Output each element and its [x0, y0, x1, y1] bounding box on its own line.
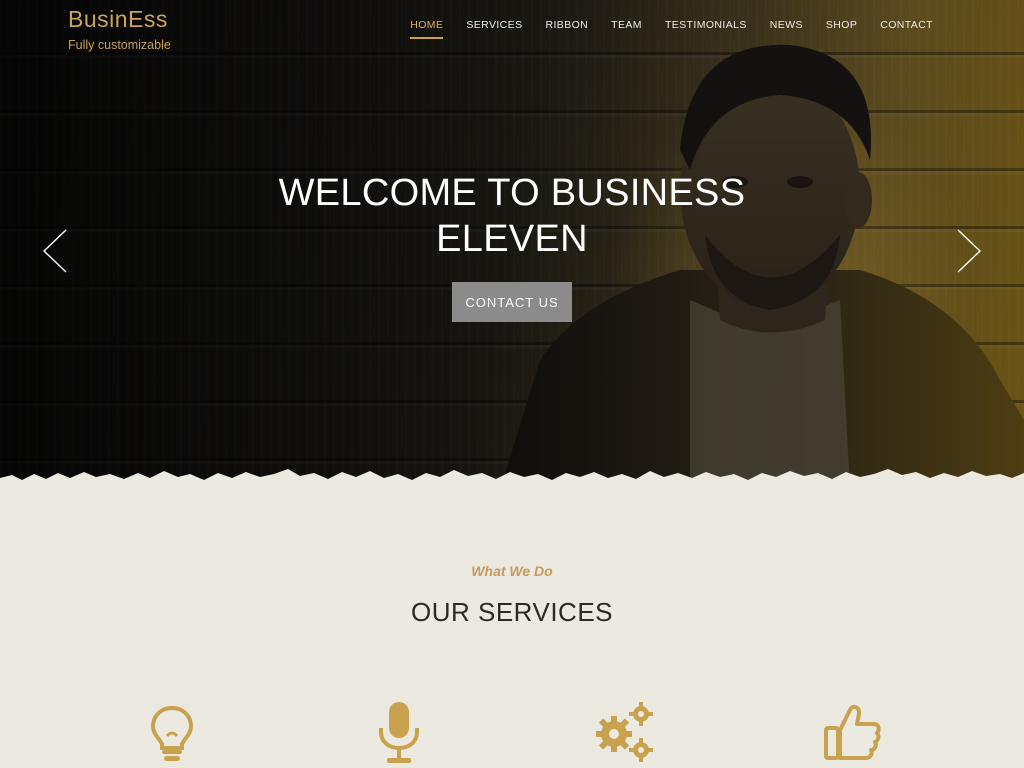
- section-kicker: What We Do: [471, 563, 553, 579]
- nav-home[interactable]: HOME: [410, 19, 444, 39]
- hero-title: WELCOME TO BUSINESS ELEVEN: [212, 170, 812, 262]
- microphone-icon: [379, 702, 419, 763]
- hero-title-line2: ELEVEN: [436, 218, 588, 260]
- chevron-right-icon[interactable]: [956, 228, 982, 274]
- nav-services[interactable]: SERVICES: [466, 19, 522, 39]
- main-nav: HOME SERVICES RIBBON TEAM TESTIMONIALS N…: [387, 19, 933, 39]
- contact-us-button[interactable]: CONTACT US: [452, 282, 572, 322]
- nav-contact[interactable]: CONTACT: [880, 19, 933, 39]
- nav-testimonials[interactable]: TESTIMONIALS: [665, 19, 747, 39]
- nav-ribbon[interactable]: RIBBON: [545, 19, 588, 39]
- gears-icon: [596, 702, 653, 762]
- hero-title-line1: WELCOME TO BUSINESS: [278, 172, 746, 214]
- site-logo[interactable]: BusinEss Fully customizable: [68, 6, 171, 52]
- hero-slider: BusinEss Fully customizable HOME SERVICE…: [0, 0, 1024, 490]
- torn-paper-divider: [0, 469, 1024, 496]
- page: BusinEss Fully customizable HOME SERVICE…: [0, 0, 1024, 768]
- site-title[interactable]: BusinEss: [68, 6, 171, 33]
- section-title: OUR SERVICES: [410, 597, 613, 627]
- thumbs-up-icon: [824, 704, 881, 760]
- nav-team[interactable]: TEAM: [611, 19, 642, 39]
- lightbulb-icon: [150, 705, 194, 761]
- site-tagline: Fully customizable: [68, 38, 171, 52]
- nav-news[interactable]: NEWS: [770, 19, 803, 39]
- nav-shop[interactable]: SHOP: [826, 19, 857, 39]
- chevron-left-icon[interactable]: [42, 228, 68, 274]
